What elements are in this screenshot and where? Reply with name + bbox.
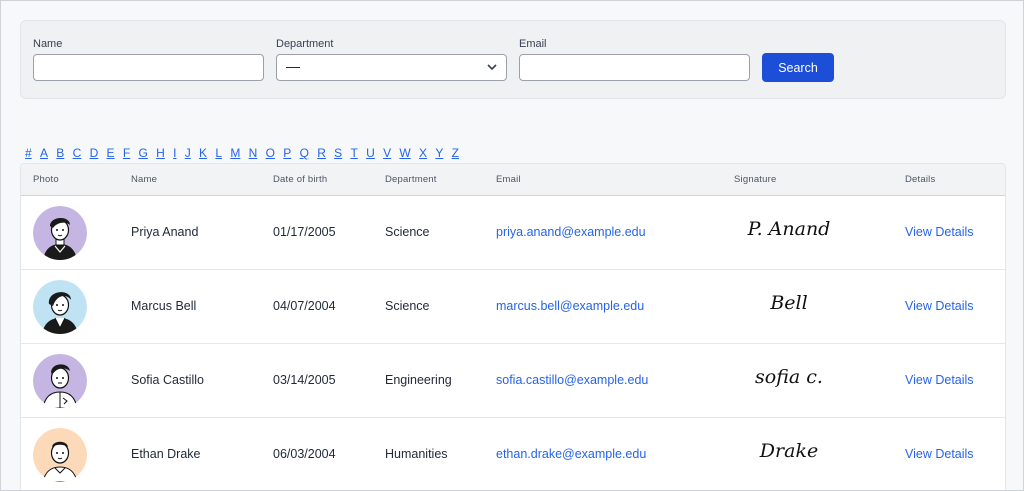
alphabet-link[interactable]: O (266, 146, 275, 160)
header-name: Name (131, 174, 158, 185)
students-table: Photo Name Date of birth Department Emai… (20, 163, 1006, 490)
page-frame: Name Department — Email Search # A B C D E F G H… (0, 0, 1024, 491)
alphabet-link[interactable]: N (249, 146, 258, 160)
table-row: Ethan Drake 06/03/2004 Humanities ethan.… (21, 418, 1005, 490)
student-signature: Bell (770, 292, 808, 314)
alphabet-link[interactable]: P (283, 146, 291, 160)
header-email: Email (496, 174, 521, 185)
search-button[interactable]: Search (762, 53, 834, 82)
student-email-link[interactable]: marcus.bell@example.edu (496, 299, 644, 313)
name-label: Name (33, 38, 63, 50)
student-name: Priya Anand (131, 225, 199, 239)
alphabet-link[interactable]: X (419, 146, 427, 160)
student-dob: 01/17/2005 (273, 225, 336, 239)
alphabet-link[interactable]: S (334, 146, 342, 160)
student-department: Engineering (385, 373, 452, 387)
view-details-link[interactable]: View Details (905, 447, 974, 461)
email-label: Email (519, 38, 547, 50)
header-signature: Signature (734, 174, 777, 185)
alphabet-link[interactable]: J (185, 146, 191, 160)
alphabet-link[interactable]: W (399, 146, 410, 160)
view-details-link[interactable]: View Details (905, 373, 974, 387)
alphabet-link[interactable]: Y (435, 146, 443, 160)
student-signature: sofia c. (755, 366, 823, 388)
student-email-link[interactable]: priya.anand@example.edu (496, 225, 646, 239)
view-details-link[interactable]: View Details (905, 225, 974, 239)
student-name: Marcus Bell (131, 299, 197, 313)
header-dob: Date of birth (273, 174, 328, 185)
table-row: Sofia Castillo 03/14/2005 Engineering so… (21, 344, 1005, 418)
alphabet-link[interactable]: R (317, 146, 326, 160)
alphabet-link[interactable]: D (90, 146, 99, 160)
department-selected-value: — (286, 58, 300, 74)
name-input[interactable] (33, 54, 264, 81)
student-dob: 03/14/2005 (273, 373, 336, 387)
student-email-link[interactable]: sofia.castillo@example.edu (496, 373, 648, 387)
alphabet-link[interactable]: # (25, 146, 32, 160)
avatar (33, 280, 87, 334)
student-email-link[interactable]: ethan.drake@example.edu (496, 447, 646, 461)
avatar (33, 354, 87, 408)
student-name: Ethan Drake (131, 447, 201, 461)
student-signature: P. Anand (747, 218, 831, 240)
header-department: Department (385, 174, 437, 185)
student-dob: 04/07/2004 (273, 299, 336, 313)
header-photo: Photo (33, 174, 59, 185)
avatar (33, 206, 87, 260)
alphabet-link[interactable]: Z (452, 146, 459, 160)
alphabet-link[interactable]: C (73, 146, 82, 160)
alphabet-link[interactable]: Q (300, 146, 309, 160)
department-label: Department (276, 38, 334, 50)
avatar (33, 428, 87, 482)
student-department: Science (385, 225, 430, 239)
email-input[interactable] (519, 54, 750, 81)
alphabet-link[interactable]: I (173, 146, 176, 160)
table-row: Priya Anand 01/17/2005 Science priya.ana… (21, 196, 1005, 270)
student-department: Science (385, 299, 430, 313)
alphabet-link[interactable]: F (123, 146, 130, 160)
alphabet-link[interactable]: T (350, 146, 357, 160)
chevron-down-icon (487, 64, 497, 71)
alphabet-filter: # A B C D E F G H I J K L M N O P Q R S T U V W X Y Z (25, 146, 467, 160)
student-department: Humanities (385, 447, 448, 461)
alphabet-link[interactable]: V (383, 146, 391, 160)
student-dob: 06/03/2004 (273, 447, 336, 461)
alphabet-link[interactable]: A (40, 146, 48, 160)
table-header: Photo Name Date of birth Department Emai… (21, 164, 1005, 197)
alphabet-link[interactable]: K (199, 146, 207, 160)
alphabet-link[interactable]: L (215, 146, 222, 160)
header-details: Details (905, 174, 936, 185)
alphabet-link[interactable]: H (156, 146, 165, 160)
alphabet-link[interactable]: B (56, 146, 64, 160)
student-signature: Drake (759, 440, 819, 462)
department-select[interactable]: — (276, 54, 507, 81)
view-details-link[interactable]: View Details (905, 299, 974, 313)
alphabet-link[interactable]: M (230, 146, 240, 160)
student-name: Sofia Castillo (131, 373, 204, 387)
alphabet-link[interactable]: G (139, 146, 148, 160)
alphabet-link[interactable]: U (366, 146, 375, 160)
alphabet-link[interactable]: E (107, 146, 115, 160)
filter-panel: Name Department — Email Search (20, 20, 1006, 99)
table-row: Marcus Bell 04/07/2004 Science marcus.be… (21, 270, 1005, 344)
